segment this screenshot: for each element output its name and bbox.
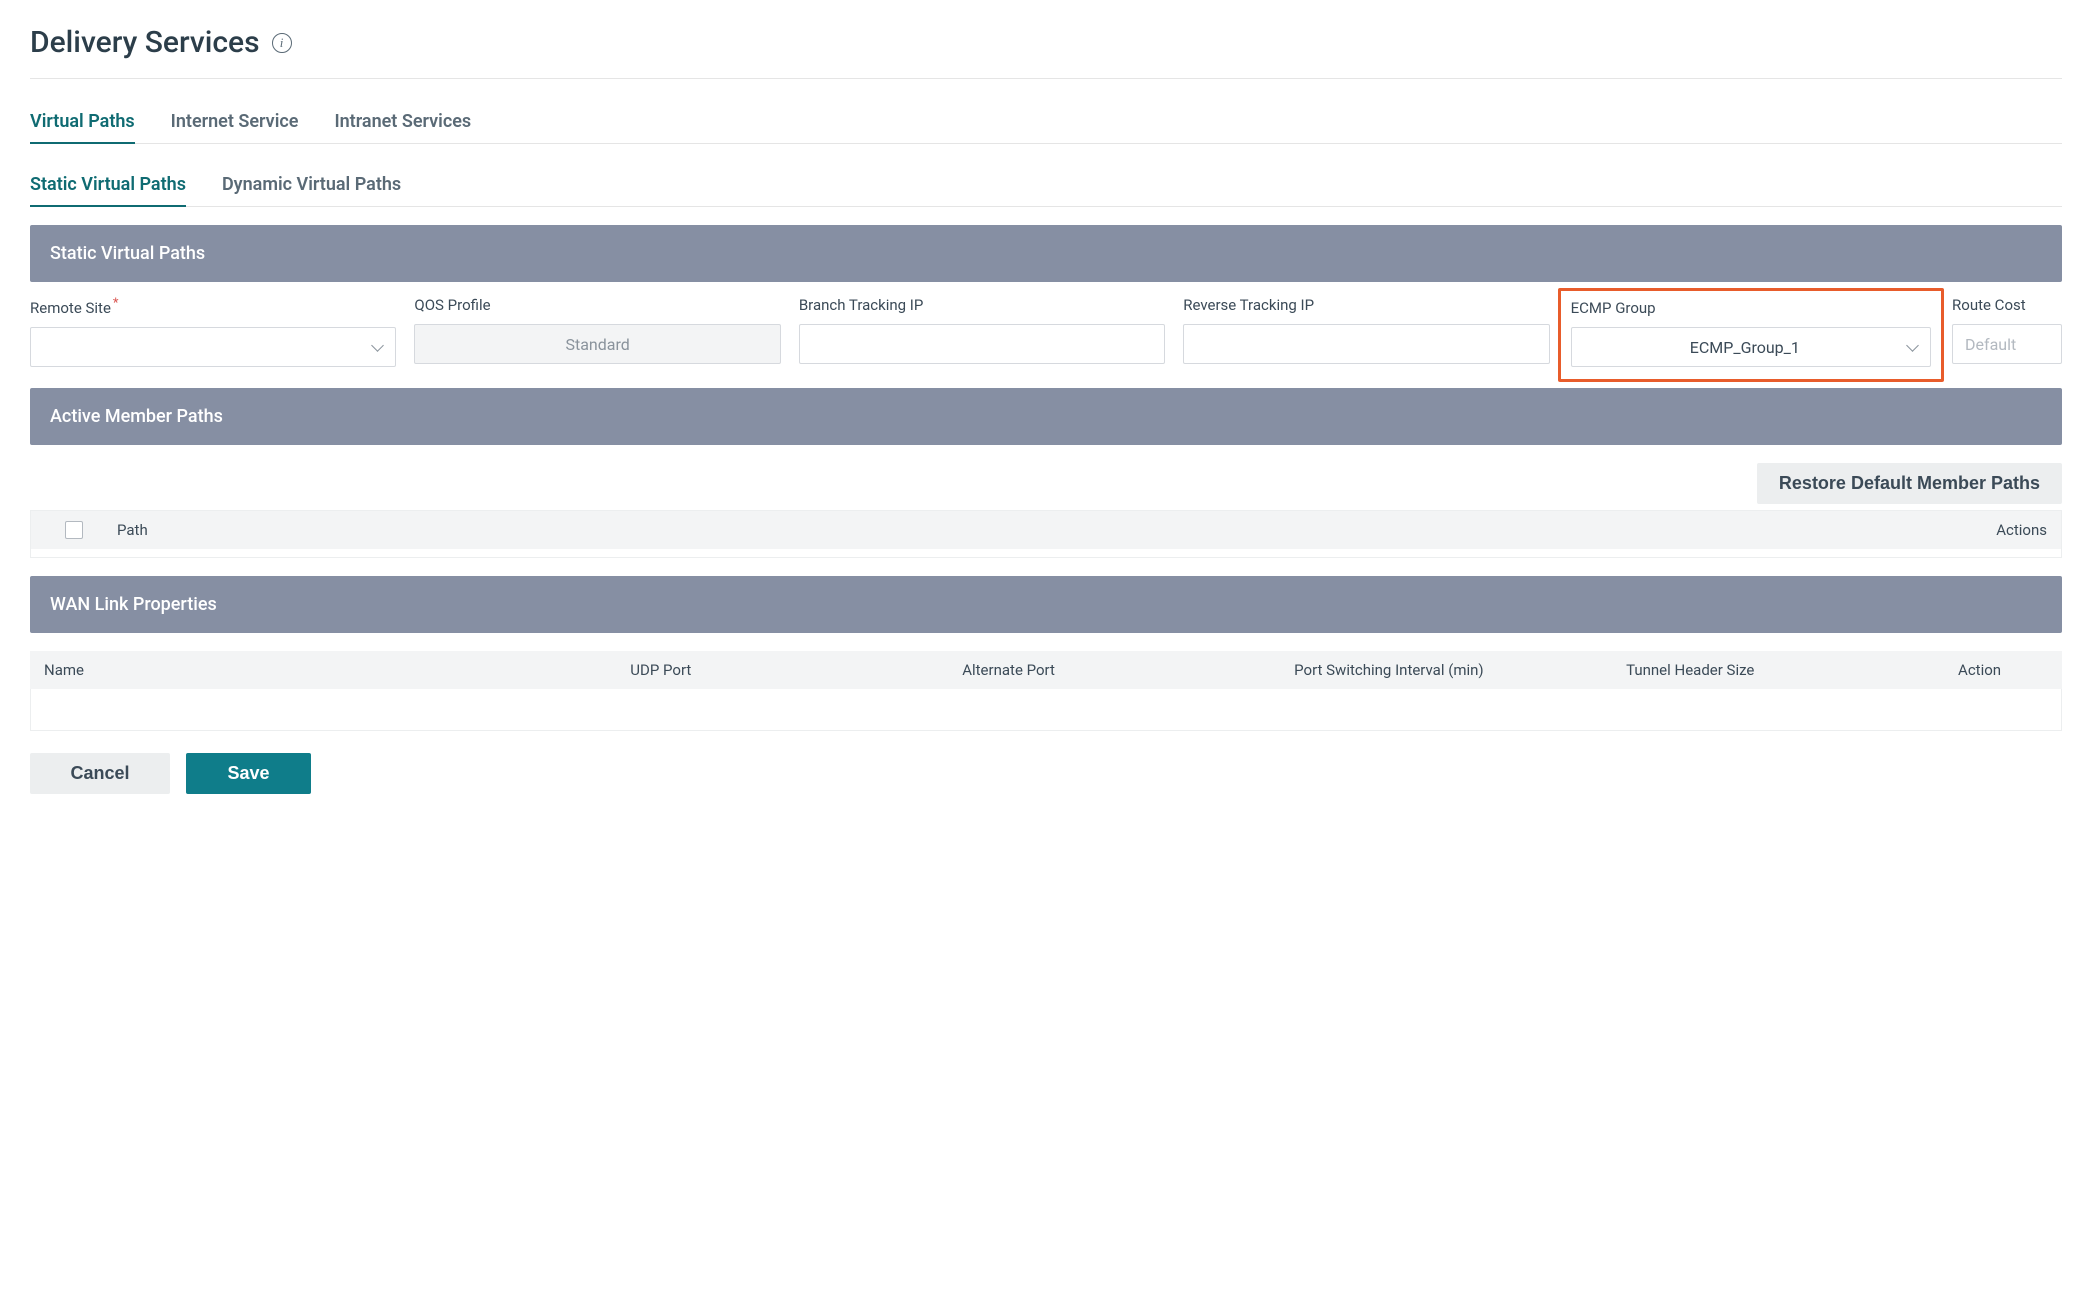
wlp-col-udp-port: UDP Port — [630, 661, 948, 679]
section-static-virtual-paths: Static Virtual Paths — [30, 225, 2062, 282]
ecmp-group-value: ECMP_Group_1 — [1584, 338, 1906, 357]
remote-site-select[interactable] — [30, 327, 396, 367]
label-route-cost: Route Cost — [1952, 296, 2062, 314]
label-qos-profile: QOS Profile — [414, 296, 780, 314]
required-asterisk: * — [113, 296, 119, 311]
field-remote-site: Remote Site* — [30, 296, 396, 367]
page-header: Delivery Services i — [30, 25, 2062, 79]
label-remote-site: Remote Site* — [30, 296, 396, 317]
amp-table: Path Actions — [30, 510, 2062, 558]
field-route-cost: Route Cost Default — [1952, 296, 2062, 364]
subtab-static-virtual-paths[interactable]: Static Virtual Paths — [30, 174, 186, 207]
amp-table-body — [31, 549, 2061, 557]
wlp-col-name: Name — [44, 661, 616, 679]
field-ecmp-group: ECMP Group ECMP_Group_1 — [1568, 296, 1934, 370]
route-cost-input[interactable]: Default — [1952, 324, 2062, 364]
reverse-tracking-ip-input[interactable] — [1183, 324, 1549, 364]
wlp-table-head: Name UDP Port Alternate Port Port Switch… — [30, 651, 2062, 689]
label-ecmp-group: ECMP Group — [1571, 299, 1931, 317]
field-branch-tracking-ip: Branch Tracking IP — [799, 296, 1165, 364]
wlp-col-alternate-port: Alternate Port — [962, 661, 1280, 679]
section-active-member-paths: Active Member Paths — [30, 388, 2062, 445]
tab-intranet-services[interactable]: Intranet Services — [334, 111, 471, 144]
qos-profile-select: Standard — [414, 324, 780, 364]
page-title: Delivery Services — [30, 25, 260, 60]
field-qos-profile: QOS Profile Standard — [414, 296, 780, 364]
route-cost-placeholder: Default — [1965, 335, 2016, 354]
qos-profile-value: Standard — [565, 335, 629, 354]
label-branch-tracking-ip: Branch Tracking IP — [799, 296, 1165, 314]
select-all-checkbox[interactable] — [65, 521, 83, 539]
wlp-table: Name UDP Port Alternate Port Port Switch… — [30, 651, 2062, 731]
svp-form-row: Remote Site* QOS Profile Standard Branch… — [30, 296, 2062, 370]
label-remote-site-text: Remote Site — [30, 299, 111, 317]
restore-default-member-paths-button[interactable]: Restore Default Member Paths — [1757, 463, 2062, 504]
amp-button-row: Restore Default Member Paths — [30, 463, 2062, 504]
branch-tracking-ip-input[interactable] — [799, 324, 1165, 364]
section-wan-link-properties: WAN Link Properties — [30, 576, 2062, 633]
wlp-col-action: Action — [1958, 661, 2048, 679]
chevron-down-icon — [371, 341, 383, 353]
chevron-down-icon — [1906, 341, 1918, 353]
tab-virtual-paths[interactable]: Virtual Paths — [30, 111, 135, 144]
amp-col-path: Path — [117, 521, 1953, 539]
subtab-dynamic-virtual-paths[interactable]: Dynamic Virtual Paths — [222, 174, 401, 207]
form-action-row: Cancel Save — [30, 753, 2062, 794]
tab-internet-service[interactable]: Internet Service — [171, 111, 299, 144]
cancel-button[interactable]: Cancel — [30, 753, 170, 794]
field-reverse-tracking-ip: Reverse Tracking IP — [1183, 296, 1549, 364]
primary-tabs: Virtual Paths Internet Service Intranet … — [30, 111, 2062, 144]
amp-table-head: Path Actions — [31, 511, 2061, 549]
ecmp-group-select[interactable]: ECMP_Group_1 — [1571, 327, 1931, 367]
ecmp-group-highlight: ECMP Group ECMP_Group_1 — [1558, 288, 1944, 382]
amp-col-actions: Actions — [1967, 521, 2047, 539]
label-reverse-tracking-ip: Reverse Tracking IP — [1183, 296, 1549, 314]
sub-tabs: Static Virtual Paths Dynamic Virtual Pat… — [30, 174, 2062, 207]
save-button[interactable]: Save — [186, 753, 311, 794]
wlp-col-tunnel-header-size: Tunnel Header Size — [1626, 661, 1944, 679]
amp-checkbox-header — [45, 521, 103, 539]
wlp-col-port-switching-interval: Port Switching Interval (min) — [1294, 661, 1612, 679]
info-icon[interactable]: i — [272, 33, 292, 53]
wlp-table-body — [30, 689, 2062, 731]
